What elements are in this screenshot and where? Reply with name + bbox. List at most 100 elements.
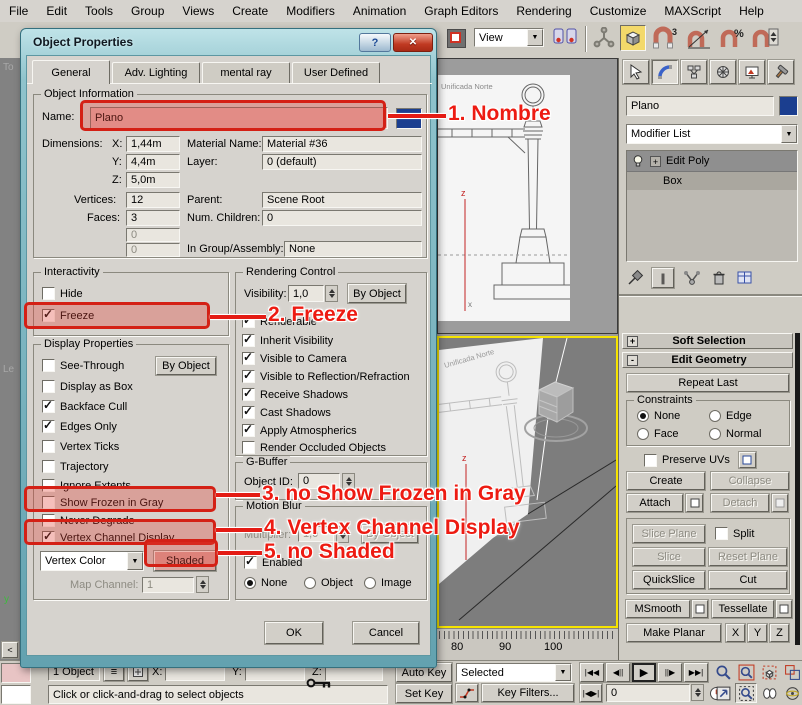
menu-rendering[interactable]: Rendering — [507, 4, 580, 18]
frame-spinner[interactable] — [691, 684, 704, 701]
select-and-manipulate-icon[interactable] — [593, 27, 615, 52]
zoom-extents-all-icon[interactable] — [781, 662, 802, 682]
reset-plane-button[interactable]: Reset Plane — [709, 548, 787, 566]
checkbox-apply-atmospherics[interactable]: Apply Atmospherics — [242, 424, 357, 437]
checkbox-visible-to-camera[interactable]: Visible to Camera — [242, 352, 347, 365]
checkbox-visible-to-reflection[interactable]: Visible to Reflection/Refraction — [242, 370, 410, 383]
next-frame-button[interactable]: ||▶ — [658, 663, 682, 682]
tessellate-button[interactable]: Tessellate — [712, 600, 774, 618]
ok-button[interactable]: OK — [265, 622, 323, 644]
viewport-front[interactable]: Unificada Norte z x — [437, 58, 618, 334]
pin-stack-icon[interactable] — [626, 269, 644, 287]
checkbox-cast-shadows[interactable]: Cast Shadows — [242, 406, 331, 419]
menu-tools[interactable]: Tools — [76, 4, 122, 18]
checkbox-vertex-ticks[interactable]: Vertex Ticks — [42, 440, 119, 453]
radio-constraint-edge[interactable]: Edge — [709, 410, 752, 422]
go-to-start-button[interactable]: |◀◀ — [580, 663, 604, 682]
cut-button[interactable]: Cut — [709, 571, 787, 589]
checkbox-preserve-uvs[interactable]: Preserve UVs — [644, 452, 756, 468]
radio-constraint-normal[interactable]: Normal — [709, 428, 761, 440]
menu-customize[interactable]: Customize — [581, 4, 656, 18]
make-planar-y-button[interactable]: Y — [748, 624, 767, 642]
pan-view-icon[interactable] — [758, 683, 780, 703]
menu-maxscript[interactable]: MAXScript — [655, 4, 730, 18]
detach-settings-icon[interactable] — [772, 494, 788, 512]
msmooth-settings-icon[interactable] — [692, 600, 708, 618]
menu-modifiers[interactable]: Modifiers — [277, 4, 344, 18]
radio-constraint-face[interactable]: Face — [637, 428, 678, 440]
key-mode-toggle[interactable]: |◀▶| — [580, 684, 602, 702]
set-key-button[interactable]: Set Key — [396, 684, 452, 703]
angle-snap-icon[interactable] — [684, 26, 712, 53]
make-unique-icon[interactable] — [682, 269, 702, 287]
menu-help[interactable]: Help — [730, 4, 773, 18]
zoom-icon[interactable] — [712, 662, 734, 682]
radio-motion-blur-image[interactable]: Image — [364, 577, 412, 589]
rollout-soft-selection[interactable]: + Soft Selection — [622, 333, 793, 349]
tab-utilities[interactable] — [768, 60, 794, 84]
stack-item-edit-poly[interactable]: + Edit Poly — [627, 151, 797, 172]
dialog-help-button[interactable]: ? — [359, 33, 391, 52]
tab-user-defined[interactable]: User Defined — [292, 62, 380, 84]
map-channel-field[interactable]: 1 — [142, 577, 194, 593]
collapse-button[interactable]: Collapse — [711, 472, 789, 490]
tab-adv-lighting[interactable]: Adv. Lighting — [112, 62, 200, 84]
slice-plane-button[interactable]: Slice Plane — [633, 525, 705, 543]
object-color-swatch[interactable] — [396, 108, 422, 129]
previous-frame-button[interactable]: ◀|| — [606, 663, 630, 682]
make-planar-button[interactable]: Make Planar — [627, 624, 721, 642]
menu-views[interactable]: Views — [173, 4, 223, 18]
rollout-edit-geometry[interactable]: - Edit Geometry — [622, 352, 793, 368]
tab-create[interactable] — [623, 60, 649, 84]
snap-3d-icon[interactable]: 3 — [652, 26, 678, 53]
chevron-down-icon[interactable]: ▼ — [127, 552, 143, 570]
tab-general[interactable]: General — [32, 60, 110, 84]
percent-snap-icon[interactable]: % — [718, 26, 746, 53]
selection-set-dropdown[interactable]: Selected ▼ — [456, 663, 572, 682]
tab-motion[interactable] — [710, 60, 736, 84]
cancel-button[interactable]: Cancel — [353, 622, 419, 644]
tab-modify[interactable] — [652, 60, 678, 84]
stack-item-box[interactable]: Box — [627, 172, 797, 190]
visibility-spinner[interactable] — [325, 285, 338, 302]
map-channel-spinner[interactable] — [196, 576, 209, 593]
tessellate-settings-icon[interactable] — [776, 600, 792, 618]
menu-edit[interactable]: Edit — [37, 4, 76, 18]
default-tangents-icon[interactable] — [456, 684, 478, 702]
zoom-extents-icon[interactable] — [758, 662, 780, 682]
arc-rotate-icon[interactable] — [781, 683, 802, 703]
display-by-object-button[interactable]: By Object — [156, 357, 216, 375]
panel-scrollbar[interactable] — [795, 333, 800, 645]
zoom-all-icon[interactable] — [735, 662, 757, 682]
detach-button[interactable]: Detach — [711, 494, 769, 512]
checkbox-edges-only[interactable]: Edges Only — [42, 420, 117, 433]
chevron-down-icon[interactable]: ▼ — [781, 125, 797, 143]
checkbox-inherit-visibility[interactable]: Inherit Visibility — [242, 334, 333, 347]
timeline-ruler[interactable]: 80 90 100 — [437, 628, 618, 661]
show-end-result-button[interactable]: ∥ — [652, 268, 674, 288]
radio-motion-blur-object[interactable]: Object — [304, 577, 353, 589]
attach-button[interactable]: Attach — [627, 494, 683, 512]
go-to-end-button[interactable]: ▶▶| — [684, 663, 708, 682]
reference-coordinate-dropdown[interactable]: View ▼ — [474, 28, 544, 47]
spinner-snap-icon[interactable] — [750, 26, 780, 53]
current-frame-field[interactable]: 0 — [606, 684, 690, 702]
tab-mental-ray[interactable]: mental ray — [202, 62, 290, 84]
slice-button[interactable]: Slice — [633, 548, 705, 566]
radio-constraint-none[interactable]: None — [637, 410, 680, 422]
play-button[interactable]: ▶ — [632, 663, 656, 682]
keyboard-override-toggle[interactable] — [296, 663, 334, 703]
checkbox-split[interactable]: Split — [715, 527, 754, 540]
menu-create[interactable]: Create — [223, 4, 277, 18]
dialog-close-button[interactable]: ✕ — [393, 33, 433, 52]
rendering-by-object-button[interactable]: By Object — [348, 284, 406, 303]
modifier-list-dropdown[interactable]: Modifier List ▼ — [626, 124, 798, 144]
object-name-field[interactable]: Plano — [626, 96, 774, 116]
checkbox-receive-shadows[interactable]: Receive Shadows — [242, 388, 348, 401]
key-filters-button[interactable]: Key Filters... — [482, 684, 574, 702]
menu-animation[interactable]: Animation — [344, 4, 415, 18]
remove-modifier-trash-icon[interactable] — [710, 269, 728, 287]
checkbox-backface-cull[interactable]: Backface Cull — [42, 400, 127, 413]
chevron-down-icon[interactable]: ▼ — [555, 664, 571, 681]
make-planar-z-button[interactable]: Z — [770, 624, 789, 642]
